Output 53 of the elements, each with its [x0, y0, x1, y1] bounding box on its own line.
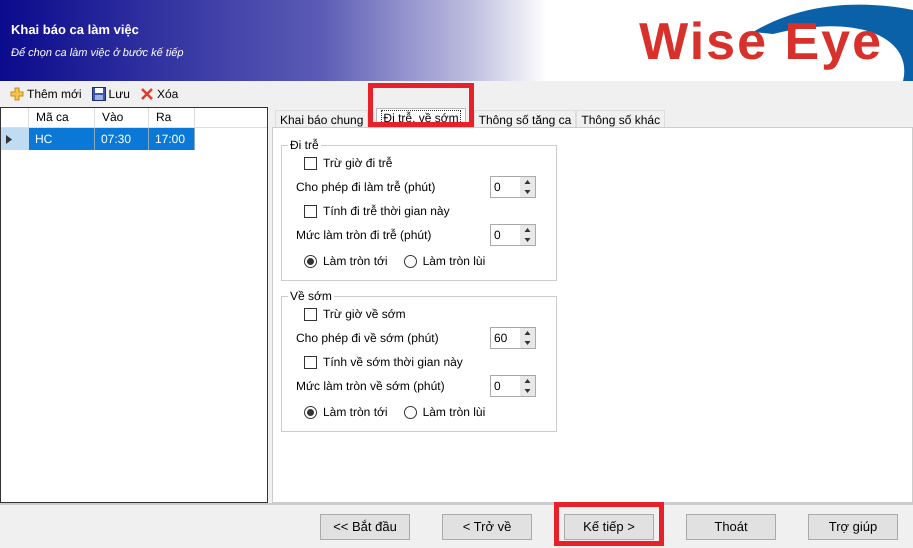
- header-subtitle: Để chọn ca làm việc ở bước kế tiếp: [11, 46, 185, 61]
- plus-icon: [10, 87, 24, 101]
- radio-option[interactable]: Làm tròn tới: [304, 252, 388, 270]
- radio-button[interactable]: [404, 254, 417, 268]
- table-cell: 17:00: [149, 128, 195, 150]
- spinner-value: 60: [493, 330, 508, 347]
- checkbox[interactable]: [304, 356, 317, 368]
- field-label: Cho phép đi làm trễ (phút): [296, 179, 436, 196]
- row-indicator[interactable]: [1, 128, 29, 150]
- spinner-value: 0: [493, 378, 502, 395]
- header-title: Khai báo ca làm việc: [11, 20, 140, 38]
- field-label: Mức làm tròn đi trễ (phút): [296, 227, 432, 244]
- toolbar-button[interactable]: Thêm mới: [10, 85, 82, 103]
- checkbox-option[interactable]: Tính về sớm thời gian này: [296, 353, 556, 371]
- checkbox-option[interactable]: Trừ giờ đi trễ: [296, 154, 556, 172]
- checkbox-option[interactable]: Tính đi trễ thời gian này: [296, 202, 556, 220]
- radio-button[interactable]: [304, 406, 317, 418]
- radio-button[interactable]: [404, 406, 417, 418]
- field-label: Cho phép đi về sớm (phút): [296, 330, 439, 347]
- radio-button[interactable]: [304, 254, 317, 268]
- number-spinner[interactable]: 0: [490, 176, 536, 198]
- wizard-button[interactable]: Thoát: [686, 514, 776, 540]
- table-cell: HC: [29, 128, 95, 150]
- table-cell: 07:30: [95, 128, 149, 150]
- spinner-value: 0: [493, 179, 502, 196]
- column-header: Ra: [149, 108, 195, 127]
- wizard-button[interactable]: < Trở về: [442, 514, 532, 540]
- group-title: Về sớm: [289, 288, 333, 305]
- toolbar-button[interactable]: Xóa: [140, 85, 178, 103]
- row-pointer-icon: [6, 134, 12, 144]
- tab[interactable]: Thông số khác: [576, 110, 666, 127]
- field-label: Mức làm tròn về sớm (phút): [296, 378, 445, 395]
- spinner-value: 0: [493, 227, 502, 244]
- column-header: Mã ca: [29, 108, 95, 127]
- checkbox-option[interactable]: Trừ giờ về sớm: [296, 305, 556, 323]
- checkbox[interactable]: [304, 308, 317, 320]
- radio-option[interactable]: Làm tròn tới: [304, 403, 388, 421]
- wizard-button[interactable]: Kế tiếp >: [564, 514, 654, 540]
- number-spinner[interactable]: 0: [490, 224, 536, 246]
- toolbar-button[interactable]: Lưu: [92, 85, 130, 103]
- checkbox[interactable]: [304, 156, 317, 170]
- checkbox[interactable]: [304, 204, 317, 218]
- wizard-button[interactable]: Trợ giúp: [808, 514, 898, 540]
- column-header: Vào: [95, 108, 149, 127]
- close-icon: [140, 87, 154, 101]
- number-spinner[interactable]: 0: [490, 375, 536, 397]
- tab[interactable]: Thông số tăng ca: [474, 110, 576, 127]
- group-title: Đi trễ: [289, 137, 320, 154]
- radio-option[interactable]: Làm tròn lùi: [404, 403, 486, 421]
- radio-option[interactable]: Làm tròn lùi: [404, 252, 486, 270]
- number-spinner[interactable]: 60: [490, 327, 536, 349]
- wizard-button[interactable]: << Bắt đầu: [320, 514, 410, 540]
- tab[interactable]: Khai báo chung: [275, 110, 368, 127]
